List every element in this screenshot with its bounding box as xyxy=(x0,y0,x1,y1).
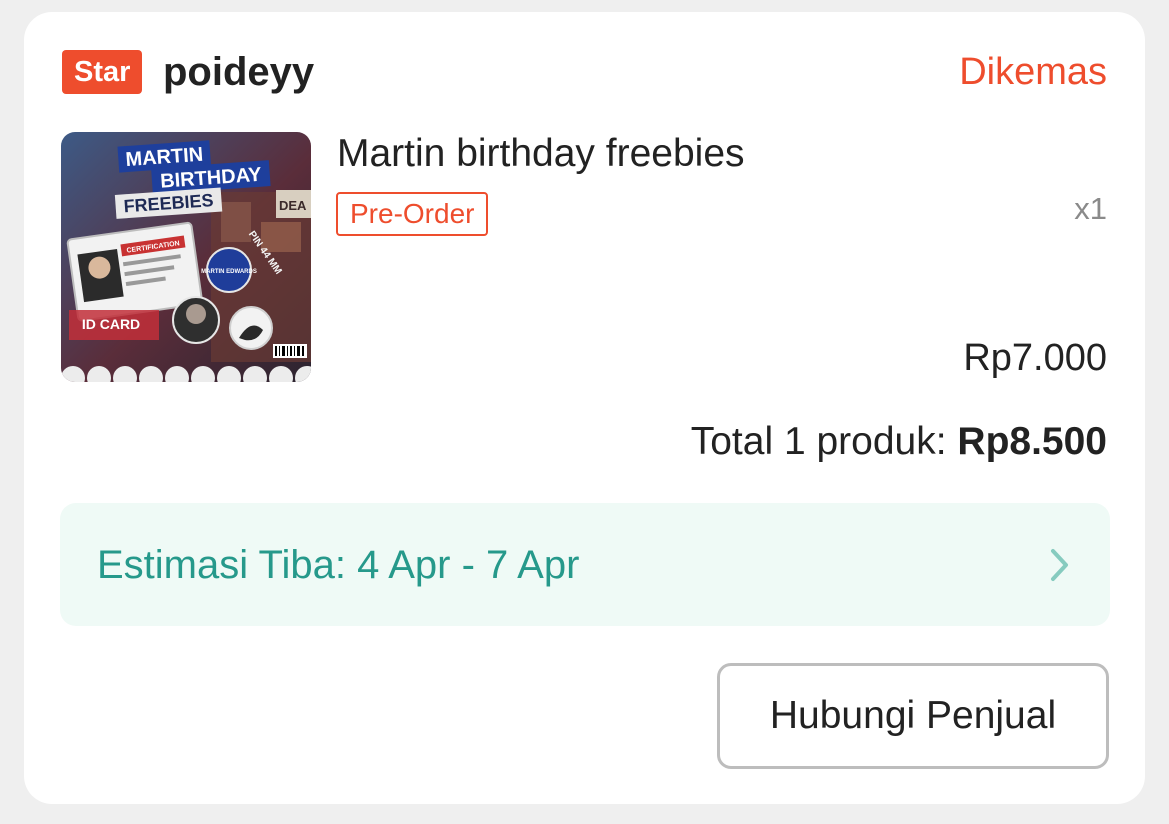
contact-seller-button[interactable]: Hubungi Penjual xyxy=(717,663,1109,769)
order-card[interactable]: Star poideyy Dikemas DEA MARTIN BIRTHDAY… xyxy=(24,12,1145,804)
pre-order-tag: Pre-Order xyxy=(336,192,489,236)
total-label: Total 1 produk: xyxy=(690,420,947,463)
delivery-estimate-text: Estimasi Tiba: 4 Apr - 7 Apr xyxy=(97,543,580,587)
order-total: Total 1 produk: Rp8.500 xyxy=(691,418,1107,466)
shop-name[interactable]: poideyy xyxy=(163,48,314,96)
delivery-estimate-row[interactable]: Estimasi Tiba: 4 Apr - 7 Apr xyxy=(60,503,1110,626)
thumbnail-button-text: MARTIN EDWARDS xyxy=(201,269,257,275)
order-status: Dikemas xyxy=(959,51,1107,93)
product-title[interactable]: Martin birthday freebies xyxy=(337,130,745,178)
chevron-right-icon xyxy=(1050,548,1070,587)
thumbnail-card-label: ID CARD xyxy=(82,316,140,332)
star-seller-badge: Star xyxy=(62,50,143,94)
thumbnail-sign-text: DEA xyxy=(279,198,307,213)
product-price: Rp7.000 xyxy=(963,337,1107,379)
product-thumbnail[interactable]: DEA MARTIN BIRTHDAY FREEBIES CERTIFICATI… xyxy=(61,132,311,382)
product-quantity: x1 xyxy=(1074,191,1107,226)
total-amount: Rp8.500 xyxy=(957,420,1107,463)
